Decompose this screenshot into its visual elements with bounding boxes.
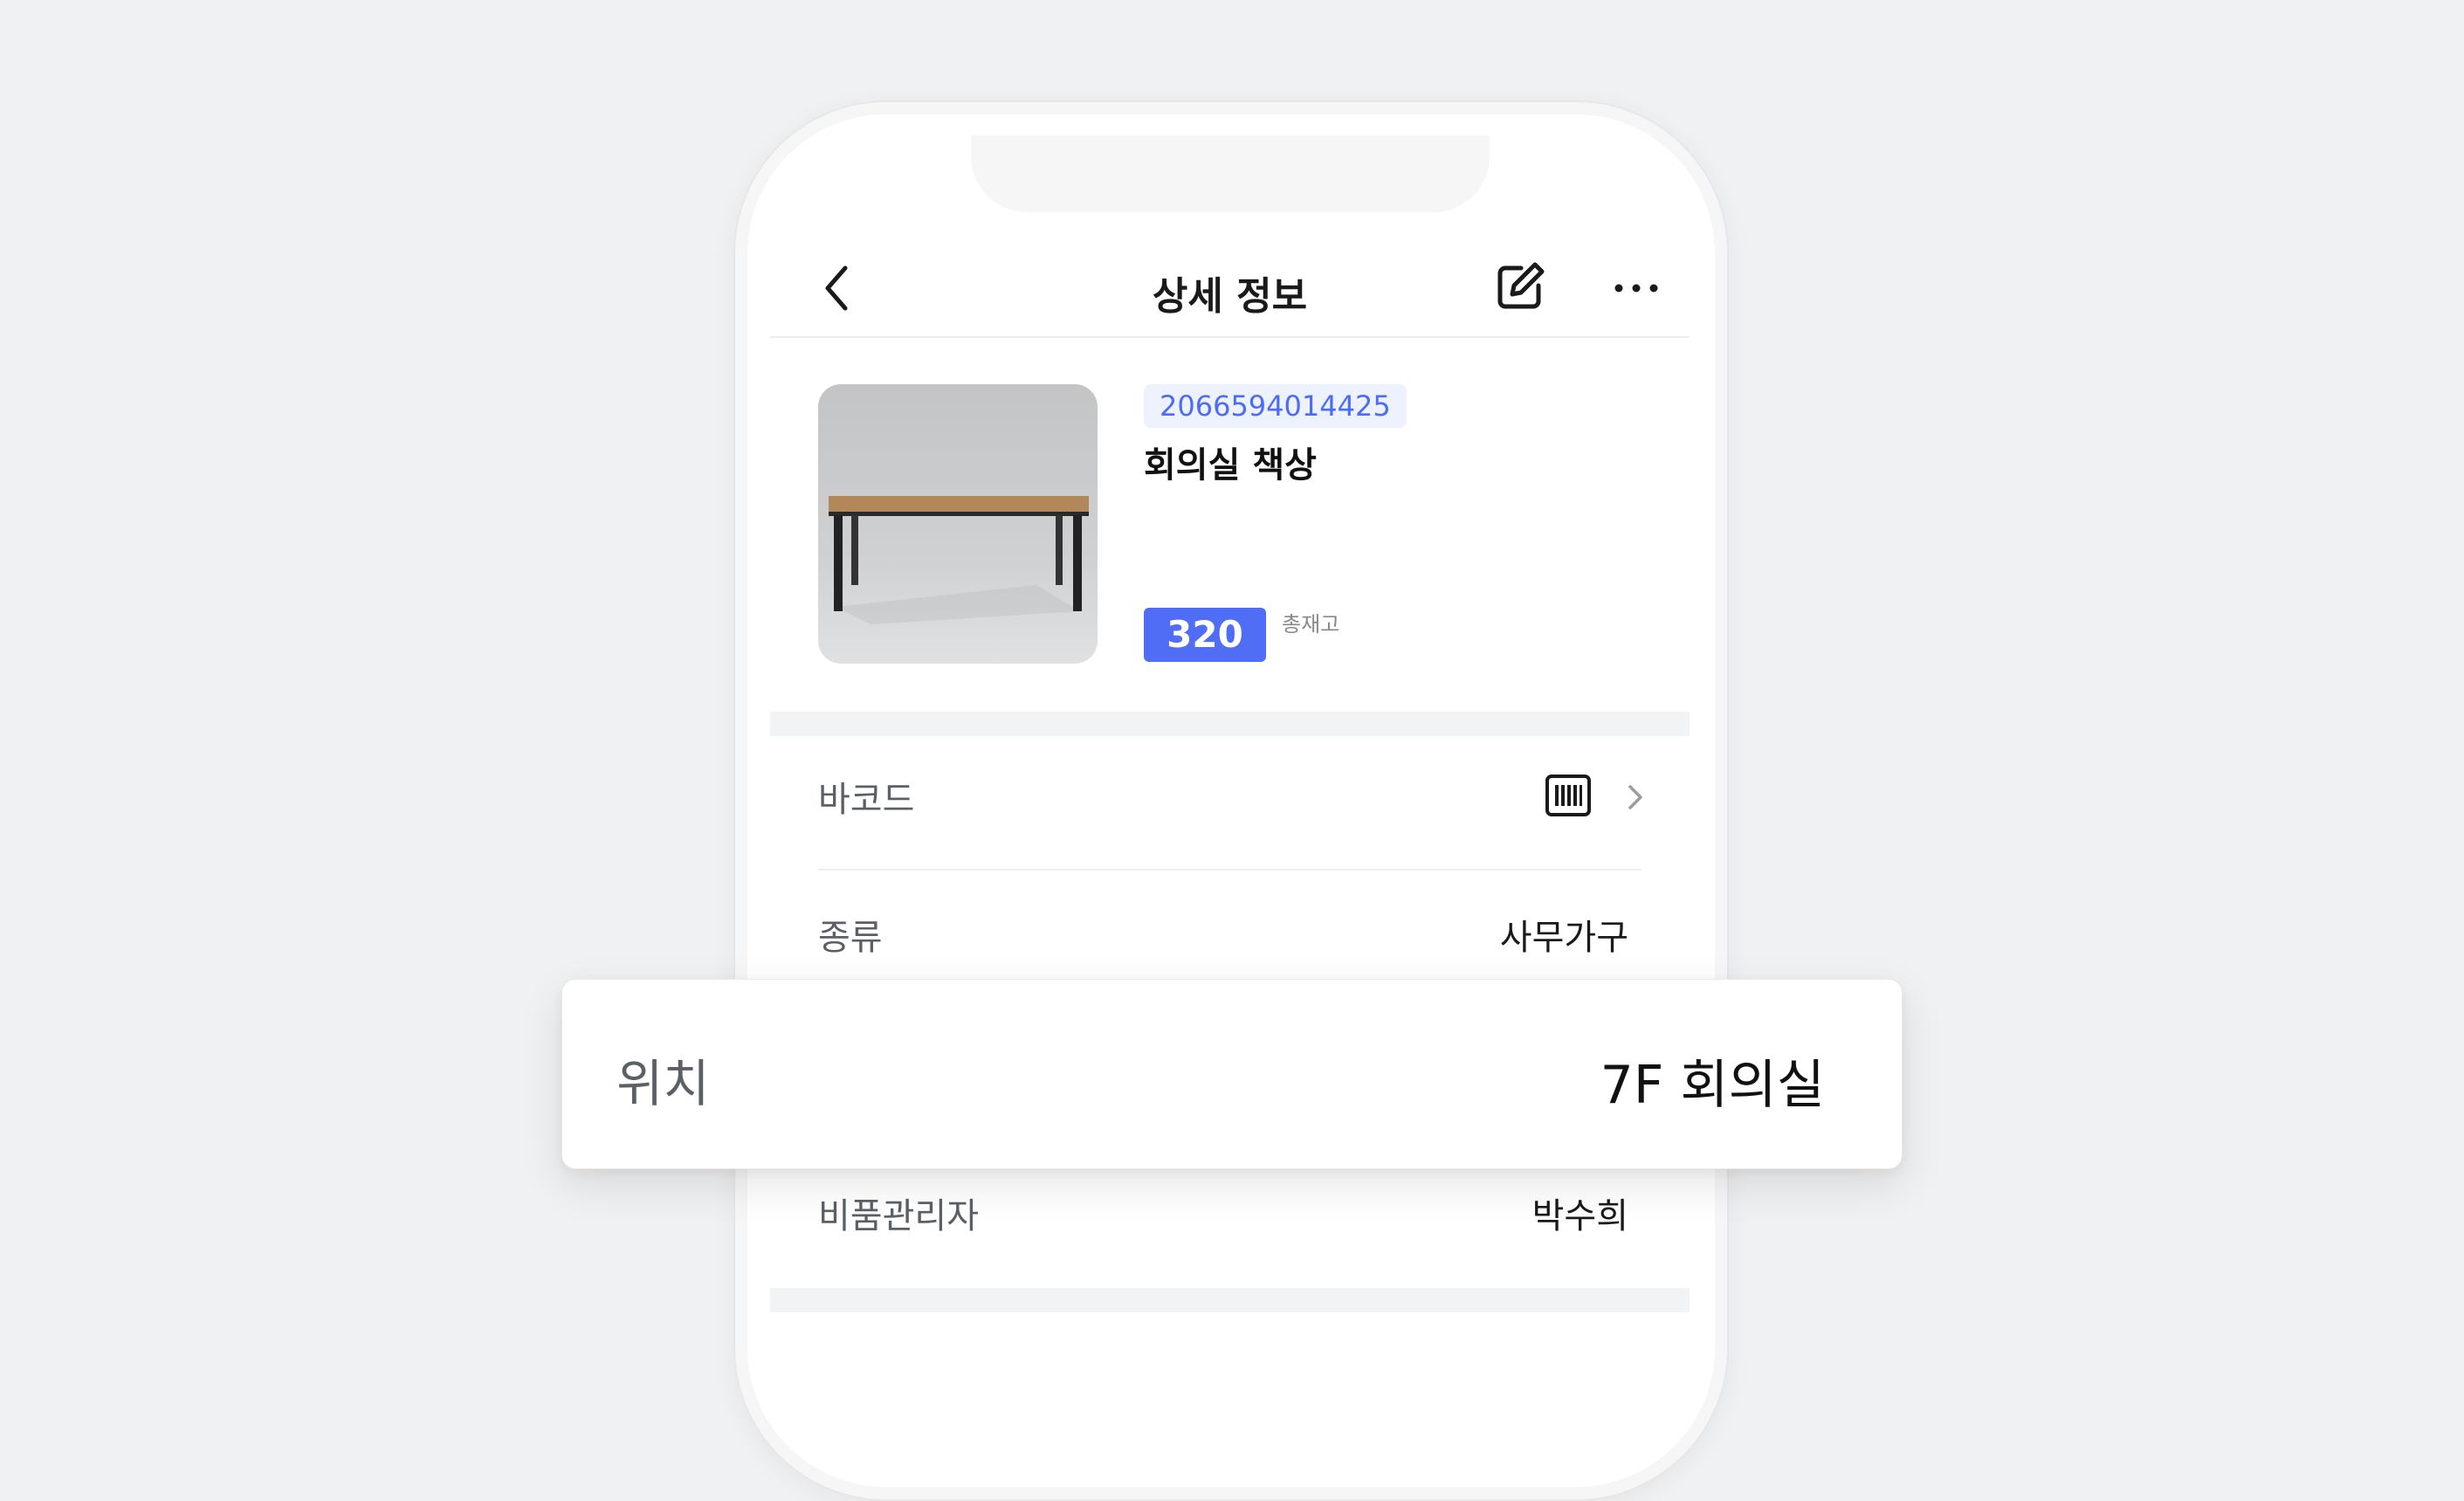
page-title: 상세 정보 (1152, 274, 1308, 319)
stock-count-badge: 320 (1144, 608, 1266, 662)
location-value: 7F 회의실 (1600, 1055, 1825, 1116)
edit-icon (1497, 262, 1545, 309)
row-divider (818, 869, 1642, 871)
section-separator (770, 1288, 1690, 1312)
manager-label: 비품관리자 (818, 1196, 979, 1236)
header-divider (770, 336, 1690, 338)
manager-value: 박수희 (1531, 1196, 1628, 1236)
more-options-button[interactable] (1610, 266, 1662, 310)
product-code-badge: 2066594014425 (1144, 384, 1407, 428)
phone-screen: 상세 정보 2066594014425 회의실 책상 320 총재고 바코드 종… (770, 135, 1690, 1401)
chevron-right-icon (1628, 785, 1642, 809)
section-separator (770, 712, 1690, 736)
edit-button[interactable] (1491, 258, 1549, 315)
barcode-label: 바코드 (818, 780, 915, 820)
more-horizontal-icon (1614, 284, 1658, 293)
type-label: 종류 (818, 918, 883, 958)
barcode-icon (1545, 775, 1591, 816)
location-row-card[interactable]: 위치 7F 회의실 (561, 979, 1903, 1169)
product-name: 회의실 책상 (1144, 445, 1317, 485)
type-value: 사무가구 (1499, 918, 1628, 958)
stock-label: 총재고 (1282, 612, 1340, 637)
phone-notch (971, 135, 1490, 212)
product-image (818, 384, 1098, 664)
location-label: 위치 (616, 1054, 710, 1113)
